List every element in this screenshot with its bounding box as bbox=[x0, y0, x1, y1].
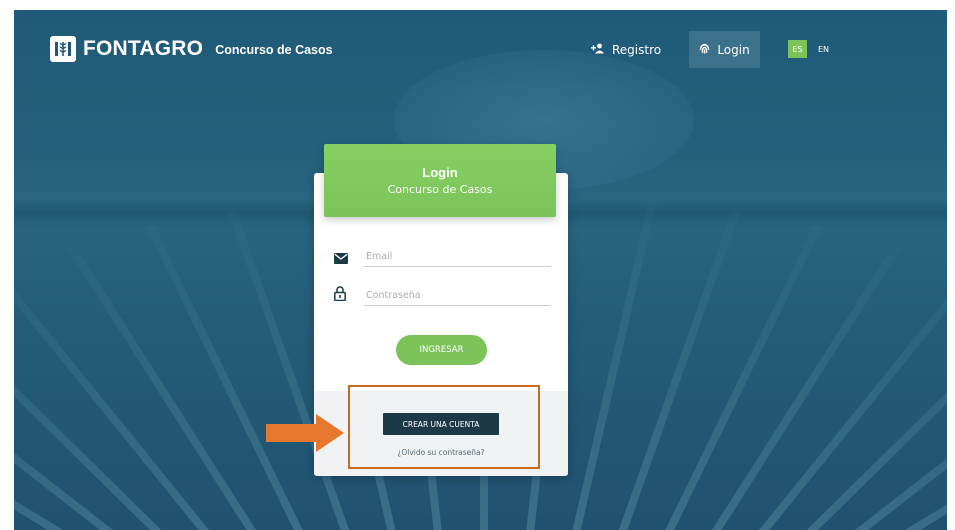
fingerprint-icon bbox=[699, 42, 710, 57]
fontagro-logo-icon bbox=[50, 36, 76, 62]
login-card-header: Login Concurso de Casos bbox=[324, 144, 556, 217]
brand-name: FONTAGRO bbox=[83, 37, 204, 60]
crop-row bbox=[612, 209, 740, 530]
login-screen: FONTAGRO Concurso de Casos Registro Logi… bbox=[14, 10, 947, 530]
password-input[interactable] bbox=[364, 285, 551, 306]
language-en-button[interactable]: EN bbox=[818, 40, 829, 58]
brand-subtitle: Concurso de Casos bbox=[215, 43, 333, 57]
email-field-row bbox=[334, 246, 551, 268]
annotation-highlight-box bbox=[348, 385, 540, 469]
password-field-row bbox=[334, 285, 551, 307]
envelope-icon bbox=[334, 249, 348, 268]
site-logo[interactable]: FONTAGRO Concurso de Casos bbox=[50, 36, 333, 62]
nav-registro-label: Registro bbox=[612, 43, 662, 57]
language-es-button[interactable]: ES bbox=[788, 40, 807, 58]
login-card-subtitle: Concurso de Casos bbox=[387, 183, 493, 196]
email-input[interactable] bbox=[364, 246, 551, 267]
ingresar-button[interactable]: INGRESAR bbox=[396, 335, 487, 365]
nav-login-label: Login bbox=[717, 42, 750, 57]
add-user-icon bbox=[591, 43, 605, 57]
arrow-right-icon bbox=[266, 414, 346, 456]
padlock-icon bbox=[334, 286, 346, 305]
nav-login-link[interactable]: Login bbox=[689, 31, 760, 68]
login-card-title: Login bbox=[422, 165, 458, 180]
nav-registro-link[interactable]: Registro bbox=[591, 43, 661, 57]
